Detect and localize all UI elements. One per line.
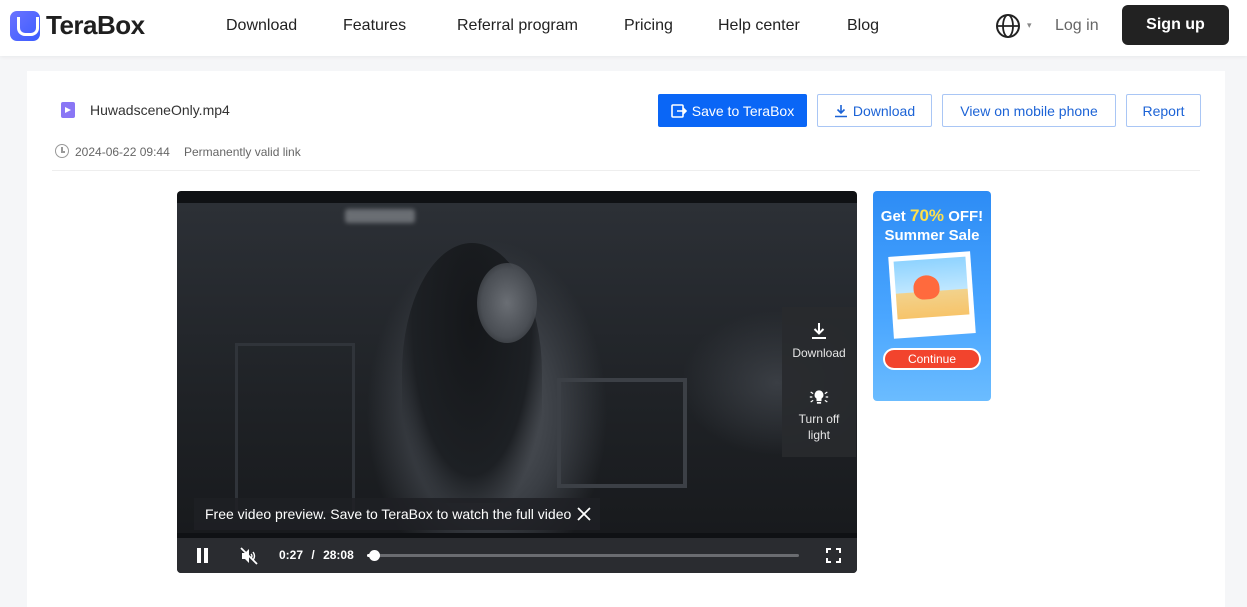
report-button[interactable]: Report [1126,94,1201,127]
preview-notice: Free video preview. Save to TeraBox to w… [194,498,600,530]
signup-button[interactable]: Sign up [1122,5,1229,45]
nav-referral-program[interactable]: Referral program [457,17,578,35]
summer-sale-ad[interactable]: Get 70% OFF! Summer Sale Continue [873,191,991,401]
link-validity: Permanently valid link [184,145,301,159]
video-frame [177,203,857,533]
time-display: 0:27 / 28:08 [279,548,354,562]
ad-headline: Get 70% OFF! [880,206,984,225]
share-date: 2024-06-22 09:44 [75,145,170,159]
chevron-down-icon[interactable]: ▾ [1027,20,1032,31]
brand-name: TeraBox [46,10,145,40]
player-side-panel: Download Turn off light [782,307,856,457]
progress-handle[interactable] [368,550,380,561]
divider [52,170,1200,171]
nav-pricing[interactable]: Pricing [624,17,673,35]
file-name: HuwadsceneOnly.mp4 [90,102,230,118]
preview-notice-text: Free video preview. Save to TeraBox to w… [205,506,572,522]
pause-icon[interactable] [196,548,210,563]
nav-blog[interactable]: Blog [847,17,879,35]
video-file-icon [61,102,75,118]
download-label: Download [852,102,916,119]
turn-off-light-label: Turn off light [798,412,840,442]
download-icon [812,323,826,339]
current-time: 0:27 [279,548,304,562]
globe-icon[interactable] [995,13,1021,39]
close-icon[interactable] [574,504,594,524]
nav-features[interactable]: Features [343,17,406,35]
progress-bar[interactable] [367,550,799,561]
time-separator: / [311,548,315,562]
clock-icon [55,144,69,158]
save-to-terabox-label: Save to TeraBox [691,102,795,119]
terabox-logo-icon [10,10,40,41]
top-header: TeraBox Download Features Referral progr… [0,0,1247,56]
view-on-mobile-button[interactable]: View on mobile phone [942,94,1116,127]
muted-speaker-icon[interactable] [239,546,259,566]
save-icon [670,103,687,118]
nav-help-center[interactable]: Help center [718,17,800,35]
player-download-button[interactable]: Download [782,321,856,361]
ad-illustration [888,251,976,339]
ad-continue-button[interactable]: Continue [883,348,981,370]
terabox-logo[interactable]: TeraBox [10,10,145,41]
save-to-terabox-button[interactable]: Save to TeraBox [658,94,807,127]
turn-off-light-button[interactable]: Turn off light [782,387,856,443]
nav-download[interactable]: Download [226,17,297,35]
fullscreen-icon[interactable] [826,548,841,563]
login-link[interactable]: Log in [1055,17,1099,35]
duration: 28:08 [323,548,354,562]
download-button[interactable]: Download [817,94,932,127]
player-controls: 0:27 / 28:08 [177,538,857,573]
download-icon [834,104,847,117]
lightbulb-icon [809,390,829,404]
ad-subheadline: Summer Sale [884,227,980,244]
player-download-label: Download [792,346,846,360]
